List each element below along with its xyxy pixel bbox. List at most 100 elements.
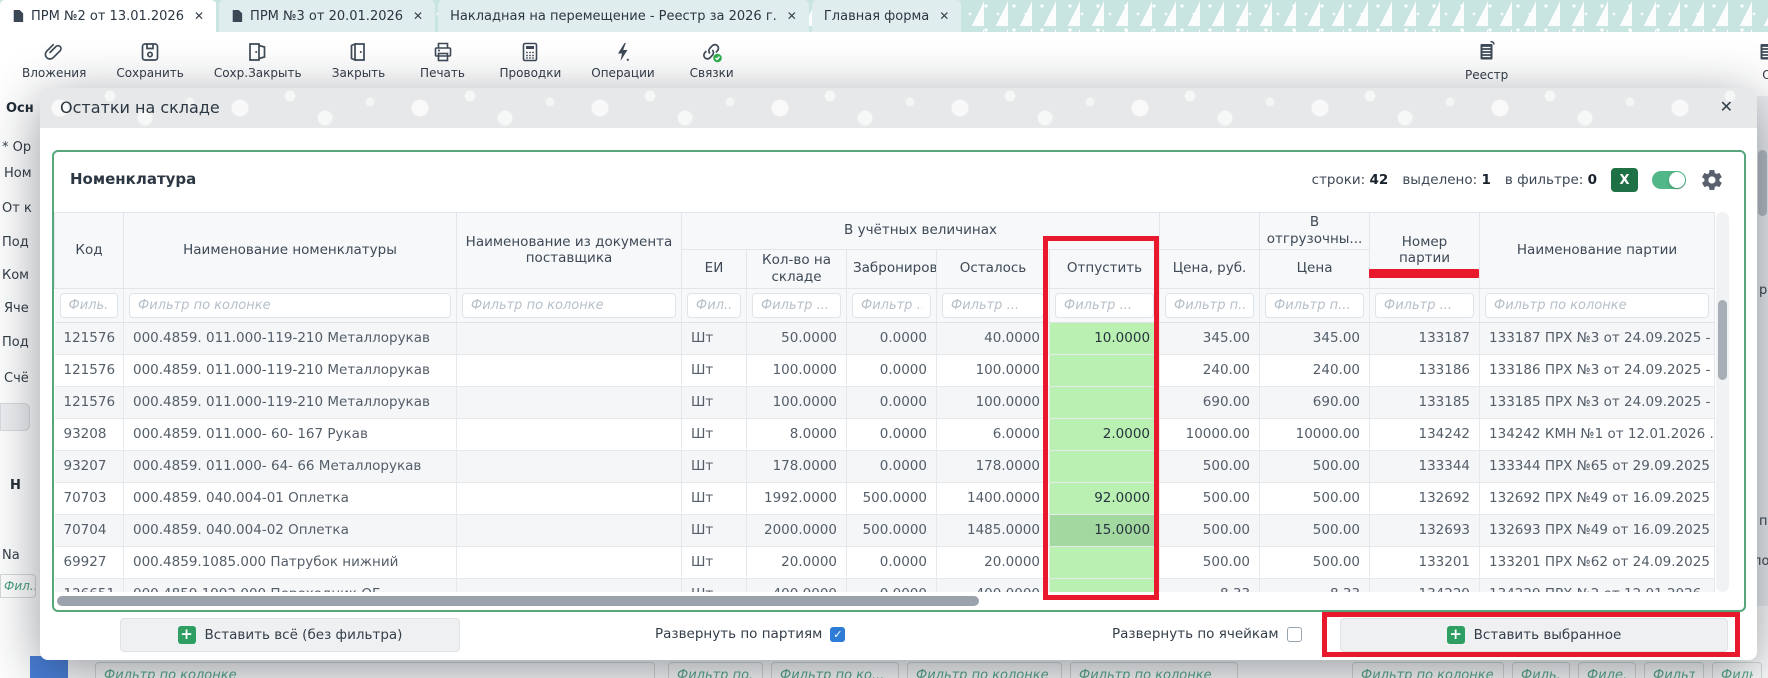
background-filter-input[interactable] xyxy=(1352,662,1504,678)
tab-close-icon[interactable]: ✕ xyxy=(939,9,949,23)
cell-name[interactable]: 000.4859. 011.000- 60- 167 Рукав xyxy=(124,418,457,450)
filter-input-party-number[interactable] xyxy=(1375,293,1474,318)
cell-unit[interactable]: Шт xyxy=(682,386,747,418)
cell-party-name[interactable]: 133187 ПРХ №3 от 24.09.2025 - ... xyxy=(1480,322,1715,354)
background-filter-input[interactable] xyxy=(1644,662,1704,678)
cell-reserved[interactable]: 0.0000 xyxy=(847,418,937,450)
dialog-close-icon[interactable]: ✕ xyxy=(1720,97,1733,116)
cell-supplier-name[interactable] xyxy=(457,514,682,546)
cell-release[interactable]: 10.0000 xyxy=(1050,322,1160,354)
cell-name[interactable]: 000.4859. 040.004-01 Оплетка xyxy=(124,482,457,514)
cell-remaining[interactable]: 6.0000 xyxy=(937,418,1050,450)
cell-code[interactable]: 69927 xyxy=(55,546,124,578)
cell-price-ship[interactable]: 8.33 xyxy=(1260,578,1370,592)
cell-reserved[interactable]: 0.0000 xyxy=(847,354,937,386)
cell-qty-stock[interactable]: 178.0000 xyxy=(747,450,847,482)
vertical-scrollbar-thumb[interactable] xyxy=(1718,300,1727,380)
cell-supplier-name[interactable] xyxy=(457,578,682,592)
cell-code[interactable]: 121576 xyxy=(55,322,124,354)
cell-remaining[interactable]: 100.0000 xyxy=(937,386,1050,418)
cell-name[interactable]: 000.4859.1992.000 Переходник ОГ xyxy=(124,578,457,592)
cell-price-ship[interactable]: 345.00 xyxy=(1260,322,1370,354)
filter-input-price-ship[interactable] xyxy=(1265,293,1364,318)
filter-input-party-name[interactable] xyxy=(1485,293,1709,318)
cell-release[interactable]: 92.0000 xyxy=(1050,482,1160,514)
table-row[interactable]: 121576000.4859. 011.000-119-210 Металлор… xyxy=(55,354,1715,386)
table-row[interactable]: 69927000.4859.1085.000 Патрубок нижнийШт… xyxy=(55,546,1715,578)
cell-party-number[interactable]: 133201 xyxy=(1370,546,1480,578)
cell-remaining[interactable]: 100.0000 xyxy=(937,354,1050,386)
table-row[interactable]: 121576000.4859. 011.000-119-210 Металлор… xyxy=(55,322,1715,354)
toolbar-attachments-button[interactable]: Вложения xyxy=(22,39,86,80)
tab-close-icon[interactable]: ✕ xyxy=(413,9,423,23)
cell-price-ship[interactable]: 500.00 xyxy=(1260,546,1370,578)
cell-qty-stock[interactable]: 2000.0000 xyxy=(747,514,847,546)
cell-unit[interactable]: Шт xyxy=(682,450,747,482)
cell-release[interactable]: 2.0000 xyxy=(1050,418,1160,450)
filter-input-release[interactable] xyxy=(1055,293,1154,318)
toolbar-save-button[interactable]: Сохранить xyxy=(116,39,184,80)
cell-release[interactable] xyxy=(1050,354,1160,386)
cell-qty-stock[interactable]: 20.0000 xyxy=(747,546,847,578)
expand-cells-checkbox[interactable] xyxy=(1287,627,1302,642)
cell-qty-stock[interactable]: 100.0000 xyxy=(747,386,847,418)
cell-code[interactable]: 121576 xyxy=(55,354,124,386)
table-row[interactable]: 70703000.4859. 040.004-01 Оплетка Шт1992.… xyxy=(55,482,1715,514)
cell-price-rub[interactable]: 10000.00 xyxy=(1160,418,1260,450)
cell-supplier-name[interactable] xyxy=(457,482,682,514)
cell-price-rub[interactable]: 690.00 xyxy=(1160,386,1260,418)
background-filter-input[interactable] xyxy=(1712,662,1762,678)
cell-code[interactable]: 70703 xyxy=(55,482,124,514)
cell-price-rub[interactable]: 500.00 xyxy=(1160,482,1260,514)
cell-release[interactable] xyxy=(1050,450,1160,482)
cell-reserved[interactable]: 0.0000 xyxy=(847,578,937,592)
cell-release[interactable] xyxy=(1050,386,1160,418)
cell-party-number[interactable]: 133185 xyxy=(1370,386,1480,418)
cell-price-rub[interactable]: 500.00 xyxy=(1160,450,1260,482)
cell-price-rub[interactable]: 345.00 xyxy=(1160,322,1260,354)
cell-name[interactable]: 000.4859.1085.000 Патрубок нижний xyxy=(124,546,457,578)
toolbar-cut-off-item-button[interactable]: О xyxy=(1755,39,1768,82)
insert-all-button[interactable]: + Вставить всё (без фильтра) xyxy=(120,618,460,652)
cell-price-ship[interactable]: 500.00 xyxy=(1260,482,1370,514)
cell-release[interactable] xyxy=(1050,546,1160,578)
table-row[interactable]: 70704000.4859. 040.004-02 ОплеткаШт2000.… xyxy=(55,514,1715,546)
cell-supplier-name[interactable] xyxy=(457,546,682,578)
expand-parties-checkbox[interactable]: ✓ xyxy=(830,627,845,642)
cell-code[interactable]: 121576 xyxy=(55,386,124,418)
filter-input-price-rub[interactable] xyxy=(1165,293,1254,318)
filter-input-remaining[interactable] xyxy=(942,293,1044,318)
cell-reserved[interactable]: 0.0000 xyxy=(847,450,937,482)
cell-qty-stock[interactable]: 1992.0000 xyxy=(747,482,847,514)
cell-party-name[interactable]: 133344 ПРХ №65 от 29.09.2025 ... xyxy=(1480,450,1715,482)
background-filter-input[interactable] xyxy=(771,662,899,678)
cell-price-rub[interactable]: 8.33 xyxy=(1160,578,1260,592)
cell-party-name[interactable]: 132693 ПРХ №49 от 16.09.2025 ... xyxy=(1480,514,1715,546)
tab-2[interactable]: ПРМ №3 от 20.01.2026✕ xyxy=(219,0,435,32)
cell-name[interactable]: 000.4859. 011.000-119-210 Металлорукав xyxy=(124,354,457,386)
cell-unit[interactable]: Шт xyxy=(682,578,747,592)
background-filter-input[interactable] xyxy=(668,662,763,678)
cell-remaining[interactable]: 20.0000 xyxy=(937,546,1050,578)
cell-unit[interactable]: Шт xyxy=(682,322,747,354)
toolbar-save-and-close-button[interactable]: Сохр.Закрыть xyxy=(214,39,302,80)
cell-qty-stock[interactable]: 100.0000 xyxy=(747,354,847,386)
cell-party-name[interactable]: 134229 ПРХ №2 от 12.01.2026 - ... xyxy=(1480,578,1715,592)
tab-4[interactable]: Главная форма✕ xyxy=(812,0,961,32)
cell-release[interactable] xyxy=(1050,578,1160,592)
filter-input-reserved[interactable] xyxy=(852,293,931,318)
cell-remaining[interactable]: 1400.0000 xyxy=(937,482,1050,514)
expand-cells-option[interactable]: Развернуть по ячейкам xyxy=(1112,626,1302,642)
cell-party-number[interactable]: 132692 xyxy=(1370,482,1480,514)
filter-input-supplier-name[interactable] xyxy=(462,293,676,318)
cell-price-ship[interactable]: 500.00 xyxy=(1260,450,1370,482)
cell-name[interactable]: 000.4859. 040.004-02 Оплетка xyxy=(124,514,457,546)
cell-party-name[interactable]: 133186 ПРХ №3 от 24.09.2025 - ... xyxy=(1480,354,1715,386)
background-filter-input[interactable] xyxy=(1578,662,1636,678)
cell-name[interactable]: 000.4859. 011.000-119-210 Металлорукав xyxy=(124,386,457,418)
cell-party-number[interactable]: 133187 xyxy=(1370,322,1480,354)
table-row[interactable]: 93208000.4859. 011.000- 60- 167 РукавШт8… xyxy=(55,418,1715,450)
tab-3[interactable]: Накладная на перемещение - Реестр за 202… xyxy=(438,0,809,32)
cell-party-name[interactable]: 132692 ПРХ №49 от 16.09.2025 ... xyxy=(1480,482,1715,514)
cell-unit[interactable]: Шт xyxy=(682,482,747,514)
